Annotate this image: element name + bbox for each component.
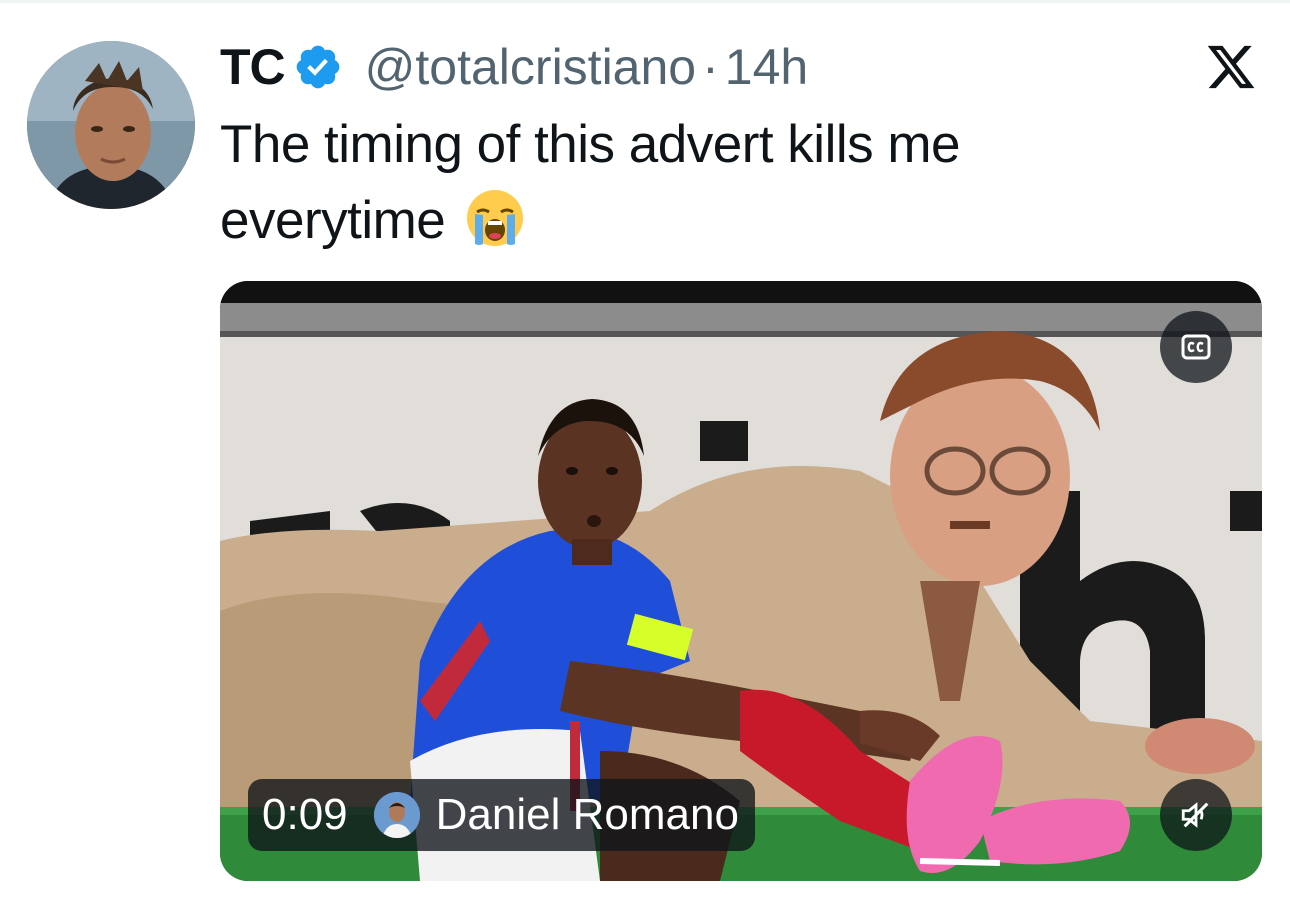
author-handle[interactable]: @totalcristiano <box>365 38 696 96</box>
tweet-header: TC @totalcristiano · 14h <box>220 35 808 99</box>
verified-badge-icon[interactable] <box>293 42 343 92</box>
author-name[interactable]: TC <box>220 38 286 96</box>
tweet-body: The timing of this advert kills me every… <box>220 107 1180 259</box>
creator-avatar <box>373 792 420 838</box>
closed-captions-button[interactable] <box>1160 311 1232 383</box>
closed-captions-icon <box>1181 334 1211 360</box>
loudly-crying-face-icon <box>465 188 525 248</box>
tweet-text: The timing of this advert kills me every… <box>220 115 960 250</box>
video-creator-name: Daniel Romano <box>435 790 739 839</box>
avatar-image <box>27 41 195 209</box>
speaker-muted-icon <box>1181 802 1209 828</box>
x-logo-icon[interactable] <box>1205 41 1257 93</box>
video-player[interactable]: 0:09 Daniel Romano <box>220 281 1262 881</box>
video-meta-overlay: 0:09 Daniel Romano <box>248 779 755 851</box>
tweet-timestamp[interactable]: 14h <box>725 38 808 96</box>
video-duration: 0:09 <box>262 790 348 839</box>
header-separator: · <box>702 39 719 95</box>
mute-toggle-button[interactable] <box>1160 779 1232 851</box>
author-avatar[interactable] <box>27 41 195 209</box>
tweet-card[interactable]: TC @totalcristiano · 14h The timing of t… <box>0 0 1290 912</box>
